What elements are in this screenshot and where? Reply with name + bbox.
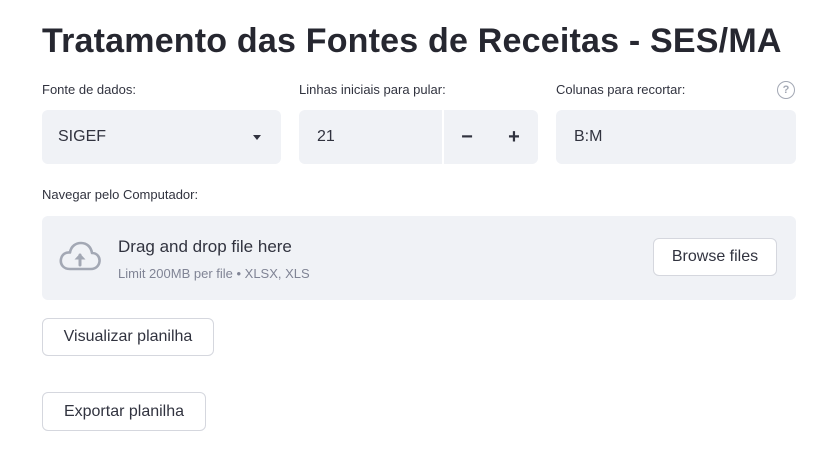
colunas-label: Colunas para recortar: <box>556 82 686 97</box>
fonte-select[interactable]: SIGEF <box>42 110 281 164</box>
upload-label: Navegar pelo Computador: <box>42 187 199 202</box>
increment-button[interactable]: + <box>490 110 538 164</box>
colunas-input-value: B:M <box>574 128 603 145</box>
linhas-label: Linhas iniciais para pular: <box>299 82 446 97</box>
colunas-input[interactable]: B:M <box>556 110 796 164</box>
exportar-planilha-button[interactable]: Exportar planilha <box>42 392 206 431</box>
fonte-selected-value: SIGEF <box>58 128 107 145</box>
fonte-label: Fonte de dados: <box>42 82 136 97</box>
help-icon[interactable]: ? <box>777 81 795 99</box>
cloud-upload-icon <box>59 241 101 271</box>
linhas-number-input: 21 − + <box>299 110 538 164</box>
chevron-down-icon <box>253 134 261 140</box>
app-page: Tratamento das Fontes de Receitas - SES/… <box>0 0 840 468</box>
decrement-button[interactable]: − <box>442 110 490 164</box>
linhas-input[interactable]: 21 <box>317 128 442 146</box>
visualizar-planilha-button[interactable]: Visualizar planilha <box>42 318 214 356</box>
dropzone-instructions: Drag and drop file here <box>118 237 292 256</box>
page-title: Tratamento das Fontes de Receitas - SES/… <box>42 22 782 60</box>
file-dropzone[interactable]: Drag and drop file here Limit 200MB per … <box>42 216 796 300</box>
dropzone-limit: Limit 200MB per file • XLSX, XLS <box>118 266 310 281</box>
browse-files-button[interactable]: Browse files <box>653 238 777 276</box>
